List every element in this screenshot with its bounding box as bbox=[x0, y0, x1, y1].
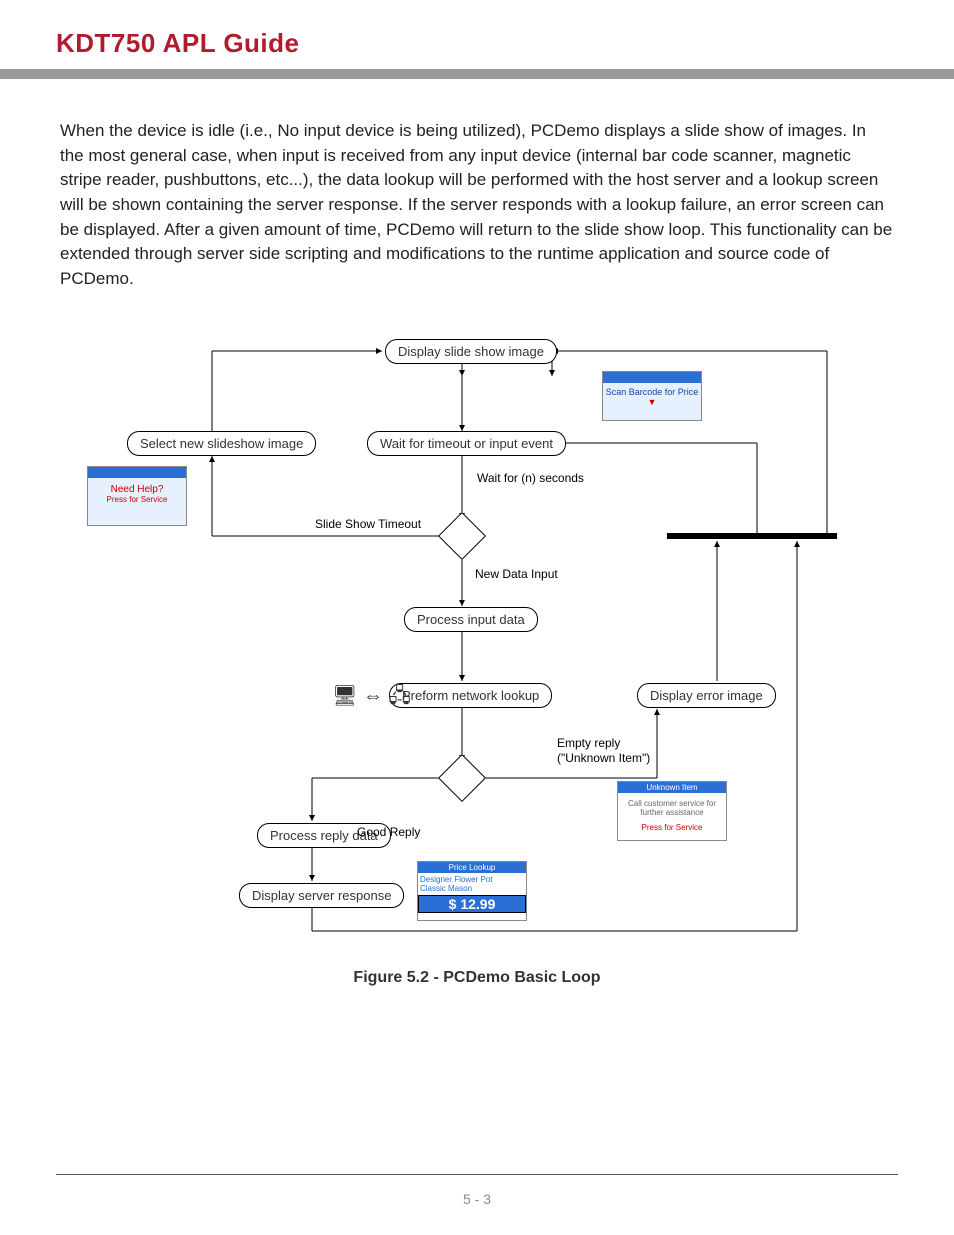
computer-icon: 🖥 ⇔ 🖧 bbox=[332, 681, 411, 715]
node-wait-event: Wait for timeout or input event bbox=[367, 431, 566, 456]
thumb-unknown-item: Unknown Item Call customer service for f… bbox=[617, 781, 727, 841]
node-display-slide: Display slide show image bbox=[385, 339, 557, 364]
label-empty-reply-1: Empty reply bbox=[557, 736, 620, 750]
node-select-new: Select new slideshow image bbox=[127, 431, 316, 456]
label-wait-seconds: Wait for (n) seconds bbox=[477, 471, 584, 485]
header-rule bbox=[0, 69, 954, 79]
node-network-lookup: Preform network lookup bbox=[389, 683, 552, 708]
body-paragraph: When the device is idle (i.e., No input … bbox=[60, 119, 894, 291]
label-new-data-input: New Data Input bbox=[475, 567, 558, 581]
thumb-scan-barcode: Scan Barcode for Price ▼ bbox=[602, 371, 702, 421]
page-number: 5 - 3 bbox=[0, 1191, 954, 1207]
label-slideshow-timeout: Slide Show Timeout bbox=[315, 517, 421, 531]
page-title: KDT750 APL Guide bbox=[56, 28, 954, 59]
figure-caption: Figure 5.2 - PCDemo Basic Loop bbox=[0, 969, 954, 987]
node-display-response: Display server response bbox=[239, 883, 404, 908]
flowchart-figure: Display slide show image Select new slid… bbox=[57, 321, 897, 961]
node-process-input: Process input data bbox=[404, 607, 538, 632]
thumb-need-help: Need Help? Press for Service bbox=[87, 466, 187, 526]
label-empty-reply-2: ("Unknown Item") bbox=[557, 751, 650, 765]
thumb-price-lookup: Price Lookup Designer Flower PotClassic … bbox=[417, 861, 527, 921]
label-good-reply: Good Reply bbox=[357, 825, 420, 839]
footer-rule bbox=[56, 1174, 898, 1175]
node-display-error: Display error image bbox=[637, 683, 776, 708]
